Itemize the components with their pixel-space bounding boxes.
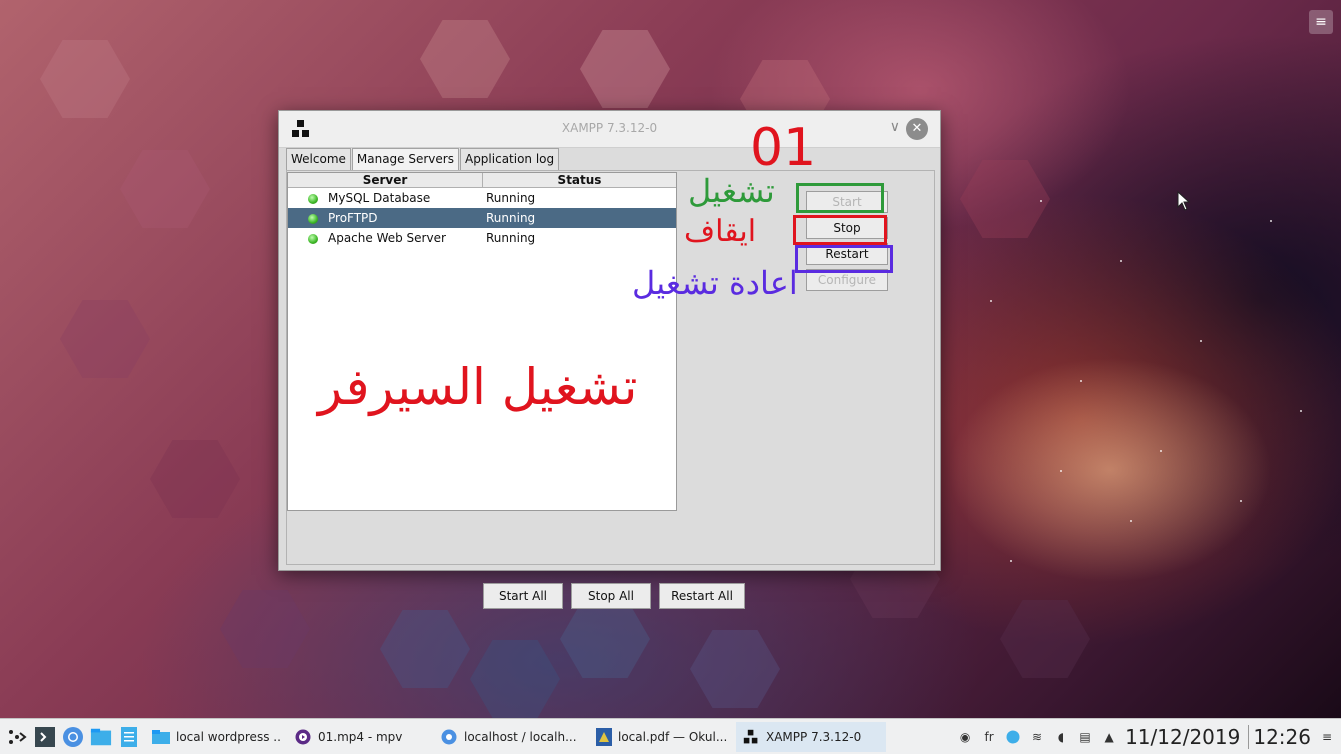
start-all-button[interactable]: Start All bbox=[483, 583, 563, 609]
tab-application-log[interactable]: Application log bbox=[459, 148, 560, 170]
server-name: Apache Web Server bbox=[328, 231, 446, 245]
panel-menu-icon[interactable]: ≡ bbox=[1319, 729, 1335, 745]
clipboard-icon[interactable]: ▤ bbox=[1077, 729, 1093, 745]
accessibility-icon[interactable]: ◉ bbox=[957, 729, 973, 745]
system-tray: ◉ fr ≋ ◖ ▤ ▲ 11/12/2019 12:26 ≡ bbox=[957, 724, 1341, 749]
volume-icon[interactable]: ◖ bbox=[1053, 729, 1069, 745]
column-header-server[interactable]: Server bbox=[288, 173, 483, 187]
text-editor-icon[interactable] bbox=[118, 726, 140, 748]
minimize-chevron-icon[interactable]: ∨ bbox=[890, 119, 900, 135]
stop-all-button[interactable]: Stop All bbox=[571, 583, 651, 609]
xampp-icon bbox=[742, 728, 760, 746]
running-status-icon bbox=[308, 194, 318, 204]
server-status: Running bbox=[486, 231, 536, 245]
tray-expand-icon[interactable]: ▲ bbox=[1101, 729, 1117, 745]
desktop-menu-icon[interactable]: ≡ bbox=[1309, 10, 1333, 34]
step-number-label: 01 bbox=[750, 118, 817, 178]
keyboard-layout-indicator[interactable]: fr bbox=[981, 729, 997, 745]
mpv-icon bbox=[294, 728, 312, 746]
stop-arabic-label: ايقاف bbox=[684, 214, 757, 249]
restart-arabic-label: اعادة تشغيل bbox=[632, 264, 798, 302]
column-header-status[interactable]: Status bbox=[483, 173, 676, 187]
task-label: localhost / localh... bbox=[464, 729, 577, 744]
clock-date[interactable]: 11/12/2019 bbox=[1125, 725, 1240, 749]
tab-bar: Welcome Manage Servers Application log bbox=[286, 148, 560, 170]
start-highlight-box bbox=[796, 183, 884, 213]
running-status-icon bbox=[308, 214, 318, 224]
task-label: local.pdf — Okul... bbox=[618, 729, 728, 744]
task-label: local wordpress ... bbox=[176, 729, 282, 744]
table-header: Server Status bbox=[288, 173, 676, 188]
kde-connect-icon[interactable] bbox=[1005, 729, 1021, 745]
table-row[interactable]: ProFTPD Running bbox=[288, 208, 676, 228]
running-status-icon bbox=[308, 234, 318, 244]
restart-all-button[interactable]: Restart All bbox=[659, 583, 745, 609]
chromium-icon[interactable] bbox=[62, 726, 84, 748]
tab-manage-servers[interactable]: Manage Servers bbox=[351, 148, 459, 170]
close-icon[interactable]: ✕ bbox=[906, 118, 928, 140]
task-xampp[interactable]: XAMPP 7.3.12-0 bbox=[736, 721, 886, 752]
server-table: Server Status MySQL Database Running Pro… bbox=[287, 172, 677, 511]
task-chromium[interactable]: localhost / localh... bbox=[434, 722, 584, 752]
wifi-icon[interactable]: ≋ bbox=[1029, 729, 1045, 745]
task-label: XAMPP 7.3.12-0 bbox=[766, 729, 862, 744]
clock-time[interactable]: 12:26 bbox=[1248, 724, 1311, 749]
server-status: Running bbox=[486, 211, 536, 225]
file-manager-icon[interactable] bbox=[90, 726, 112, 748]
server-name: ProFTPD bbox=[328, 211, 378, 225]
task-label: 01.mp4 - mpv bbox=[318, 729, 403, 744]
okular-icon bbox=[596, 727, 612, 746]
start-arabic-label: تشغيل bbox=[688, 172, 775, 210]
restart-highlight-box bbox=[795, 245, 893, 273]
task-mpv[interactable]: 01.mp4 - mpv bbox=[288, 722, 428, 752]
application-launcher-icon[interactable] bbox=[6, 726, 28, 748]
taskbar: local wordpress ... 01.mp4 - mpv localho… bbox=[0, 718, 1341, 754]
task-okular[interactable]: local.pdf — Okul... bbox=[590, 722, 730, 752]
server-status: Running bbox=[486, 191, 536, 205]
window-title: XAMPP 7.3.12-0 bbox=[561, 121, 658, 135]
stop-highlight-box bbox=[793, 215, 887, 245]
table-row[interactable]: MySQL Database Running bbox=[288, 188, 676, 208]
server-start-arabic-label: تشغيل السيرفر bbox=[318, 358, 638, 416]
task-folder[interactable]: local wordpress ... bbox=[146, 722, 282, 752]
mouse-cursor-icon bbox=[1177, 191, 1191, 211]
terminal-icon[interactable] bbox=[34, 726, 56, 748]
title-bar[interactable]: XAMPP 7.3.12-0 ∨ ✕ bbox=[279, 111, 940, 148]
chromium-icon bbox=[440, 728, 458, 746]
folder-icon bbox=[152, 728, 170, 746]
tab-welcome[interactable]: Welcome bbox=[286, 148, 351, 170]
server-name: MySQL Database bbox=[328, 191, 431, 205]
table-row[interactable]: Apache Web Server Running bbox=[288, 228, 676, 248]
xampp-window: XAMPP 7.3.12-0 ∨ ✕ Welcome Manage Server… bbox=[278, 110, 941, 609]
